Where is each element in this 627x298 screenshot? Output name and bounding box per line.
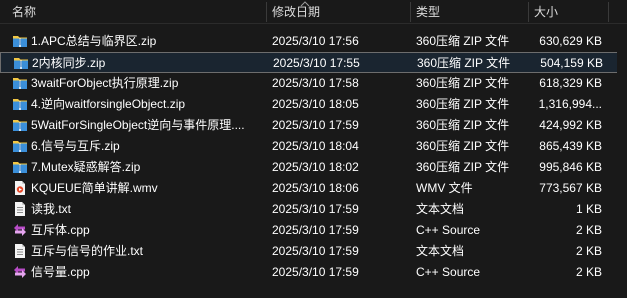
column-header-bar: 名称 修改日期 类型 大小 bbox=[0, 0, 627, 24]
file-name: 3waitForObject执行原理.zip bbox=[31, 76, 179, 90]
file-name: 1.APC总结与临界区.zip bbox=[31, 34, 157, 48]
zip-icon bbox=[12, 75, 28, 91]
file-size: 2 KB bbox=[575, 265, 602, 279]
file-type: 360压缩 ZIP 文件 bbox=[416, 76, 510, 90]
column-header-size[interactable]: 大小 bbox=[528, 0, 608, 24]
file-row[interactable]: 5WaitForSingleObject逆向与事件原理.... 2025/3/10… bbox=[0, 115, 627, 136]
file-row[interactable]: 读我.txt 2025/3/10 17:59 文本文档 1 KB bbox=[0, 199, 627, 220]
file-type: 文本文档 bbox=[416, 202, 465, 216]
zip-icon bbox=[12, 117, 28, 133]
text-file-icon bbox=[12, 243, 28, 259]
file-name: 6.信号与互斥.zip bbox=[31, 139, 120, 153]
zip-icon bbox=[12, 138, 28, 154]
column-divider[interactable] bbox=[608, 2, 609, 22]
file-type: 360压缩 ZIP 文件 bbox=[416, 34, 510, 48]
file-date: 2025/3/10 18:04 bbox=[272, 139, 359, 153]
file-date: 2025/3/10 17:59 bbox=[272, 265, 359, 279]
cpp-file-icon bbox=[12, 222, 28, 238]
file-size: 773,567 KB bbox=[539, 181, 602, 195]
file-type: 360压缩 ZIP 文件 bbox=[416, 160, 510, 174]
vertical-scrollbar[interactable] bbox=[617, 24, 627, 298]
file-date: 2025/3/10 18:02 bbox=[272, 160, 359, 174]
file-row[interactable]: KQUEUE简单讲解.wmv 2025/3/10 18:06 WMV 文件 773,5… bbox=[0, 178, 627, 199]
file-date: 2025/3/10 17:59 bbox=[272, 202, 359, 216]
file-size: 1,316,994... bbox=[538, 97, 602, 111]
file-date: 2025/3/10 18:06 bbox=[272, 181, 359, 195]
column-header-type[interactable]: 类型 bbox=[410, 0, 528, 24]
file-row[interactable]: 2内核同步.zip 2025/3/10 17:55 360压缩 ZIP 文件 504,… bbox=[0, 52, 627, 73]
file-size: 1 KB bbox=[575, 202, 602, 216]
file-size: 504,159 KB bbox=[540, 56, 603, 70]
file-date: 2025/3/10 17:56 bbox=[272, 34, 359, 48]
file-name: 信号量.cpp bbox=[31, 265, 90, 279]
file-list: 1.APC总结与临界区.zip 2025/3/10 17:56 360压缩 ZIP … bbox=[0, 31, 627, 283]
file-type: 360压缩 ZIP 文件 bbox=[416, 97, 510, 111]
file-row[interactable]: 6.信号与互斥.zip 2025/3/10 18:04 360压缩 ZIP 文件 86… bbox=[0, 136, 627, 157]
file-date: 2025/3/10 17:59 bbox=[272, 244, 359, 258]
file-date: 2025/3/10 18:05 bbox=[272, 97, 359, 111]
file-row[interactable]: 4.逆向waitforsingleObject.zip 2025/3/10 18:… bbox=[0, 94, 627, 115]
file-row[interactable]: 互斥与信号的作业.txt 2025/3/10 17:59 文本文档 2 KB bbox=[0, 241, 627, 262]
file-type: 360压缩 ZIP 文件 bbox=[417, 56, 511, 70]
file-date: 2025/3/10 17:59 bbox=[272, 118, 359, 132]
file-row[interactable]: 3waitForObject执行原理.zip 2025/3/10 17:58 360… bbox=[0, 73, 627, 94]
file-date: 2025/3/10 17:55 bbox=[273, 56, 360, 70]
file-type: C++ Source bbox=[416, 265, 481, 279]
zip-icon bbox=[12, 96, 28, 112]
file-size: 630,629 KB bbox=[539, 34, 602, 48]
file-size: 995,846 KB bbox=[539, 160, 602, 174]
file-type: WMV 文件 bbox=[416, 181, 473, 195]
zip-icon bbox=[12, 159, 28, 175]
file-type: 360压缩 ZIP 文件 bbox=[416, 139, 510, 153]
file-row[interactable]: 互斥体.cpp 2025/3/10 17:59 C++ Source 2 KB bbox=[0, 220, 627, 241]
column-header-name[interactable]: 名称 bbox=[6, 0, 264, 24]
file-date: 2025/3/10 17:58 bbox=[272, 76, 359, 90]
video-file-icon bbox=[12, 180, 28, 196]
file-type: C++ Source bbox=[416, 223, 481, 237]
file-name: 4.逆向waitforsingleObject.zip bbox=[31, 97, 186, 111]
file-row[interactable]: 1.APC总结与临界区.zip 2025/3/10 17:56 360压缩 ZIP … bbox=[0, 31, 627, 52]
cpp-file-icon bbox=[12, 264, 28, 280]
file-size: 865,439 KB bbox=[539, 139, 602, 153]
file-name: 5WaitForSingleObject逆向与事件原理.... bbox=[31, 118, 245, 132]
file-name: 互斥与信号的作业.txt bbox=[31, 244, 144, 258]
file-size: 424,992 KB bbox=[539, 118, 602, 132]
file-name: 7.Mutex疑惑解答.zip bbox=[31, 160, 141, 174]
zip-icon bbox=[13, 55, 29, 71]
column-header-date[interactable]: 修改日期 bbox=[266, 0, 410, 24]
file-size: 2 KB bbox=[575, 223, 602, 237]
file-type: 文本文档 bbox=[416, 244, 465, 258]
text-file-icon bbox=[12, 201, 28, 217]
file-row[interactable]: 7.Mutex疑惑解答.zip 2025/3/10 18:02 360压缩 ZIP … bbox=[0, 157, 627, 178]
file-size: 2 KB bbox=[575, 244, 602, 258]
file-type: 360压缩 ZIP 文件 bbox=[416, 118, 510, 132]
file-name: 2内核同步.zip bbox=[32, 56, 106, 70]
file-name: 读我.txt bbox=[31, 202, 72, 216]
file-name: KQUEUE简单讲解.wmv bbox=[31, 181, 158, 195]
file-row[interactable]: 信号量.cpp 2025/3/10 17:59 C++ Source 2 KB bbox=[0, 262, 627, 283]
file-date: 2025/3/10 17:59 bbox=[272, 223, 359, 237]
file-size: 618,329 KB bbox=[539, 76, 602, 90]
file-name: 互斥体.cpp bbox=[31, 223, 90, 237]
zip-icon bbox=[12, 33, 28, 49]
